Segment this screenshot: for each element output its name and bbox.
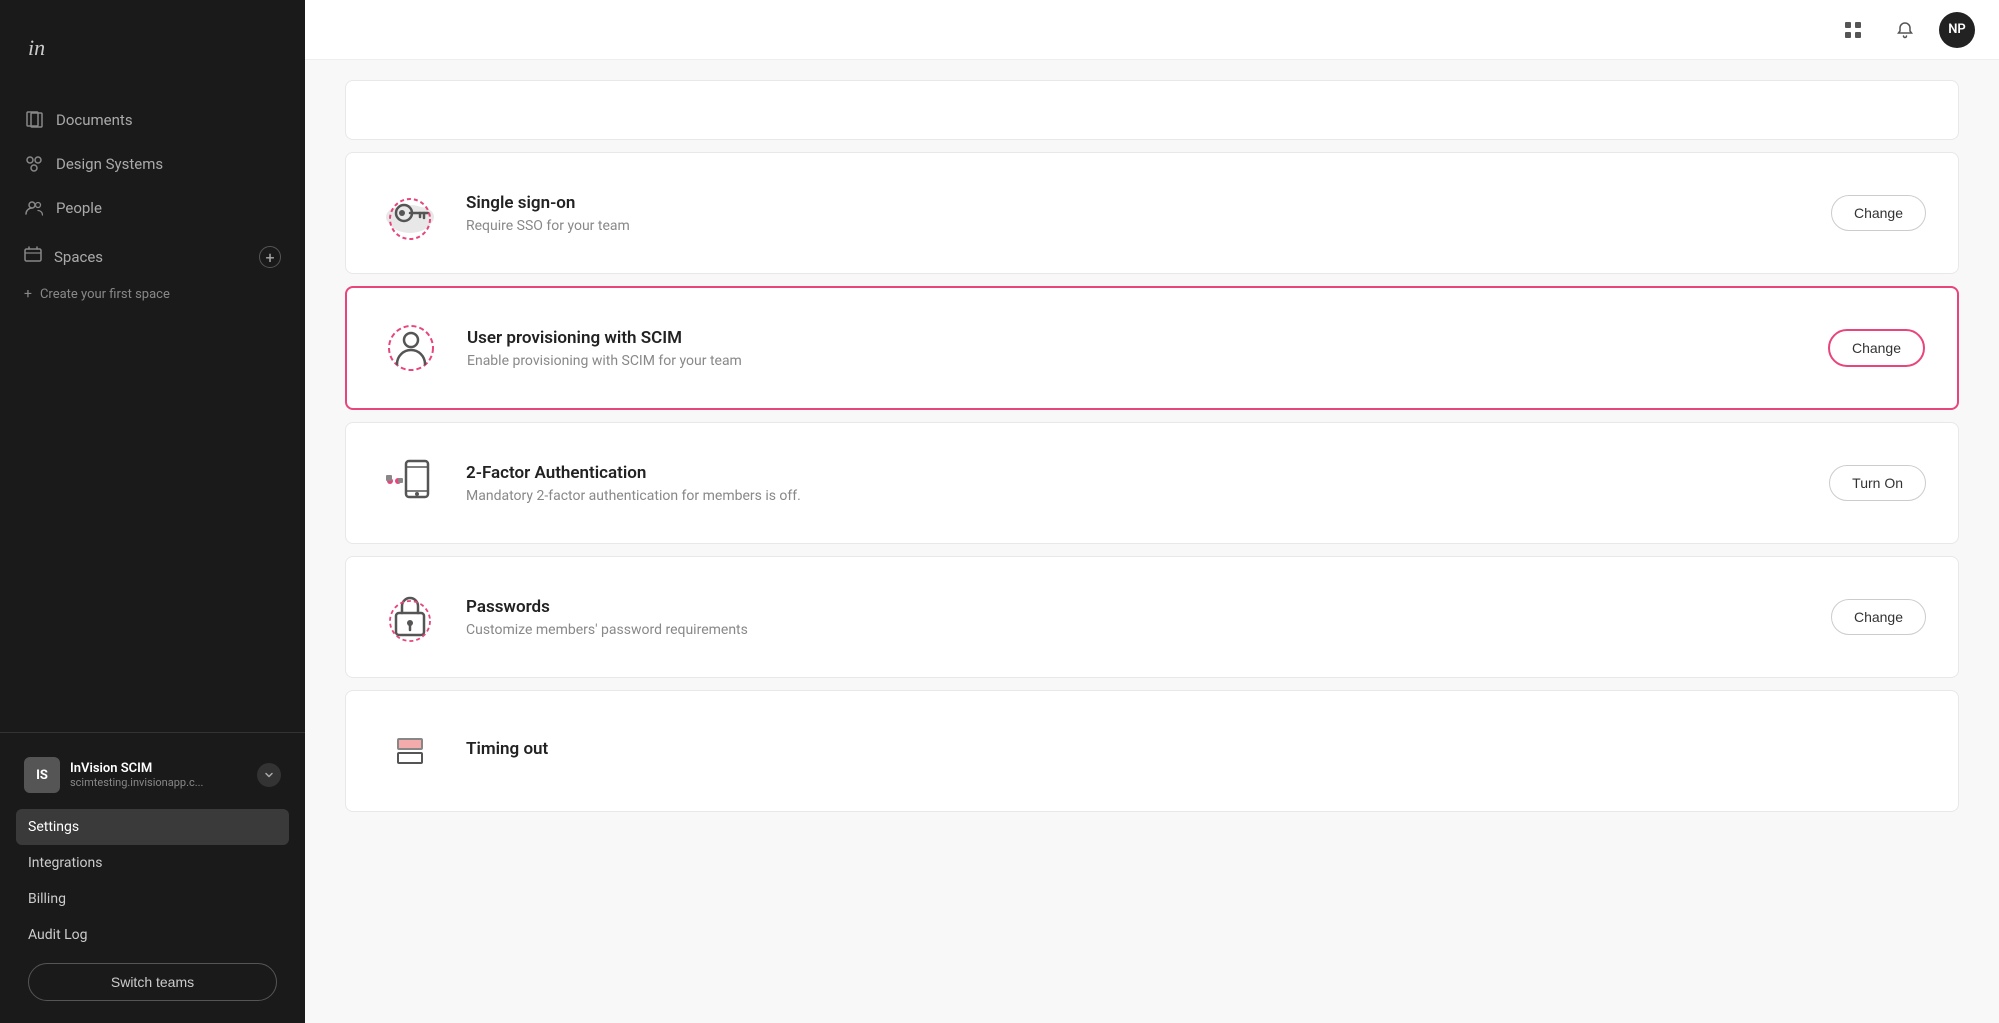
spaces-add-button[interactable]: + [259,246,281,268]
settings-card-timeout: Timing out [345,690,1959,812]
team-avatar: IS [24,757,60,793]
main-content: NP [305,0,1999,1023]
team-url: scimtesting.invisionapp.c... [70,776,247,789]
spaces-header[interactable]: Spaces + [0,236,305,278]
team-chevron-button[interactable] [257,763,281,787]
scim-text: User provisioning with SCIM Enable provi… [467,328,1804,369]
2fa-text: 2-Factor Authentication Mandatory 2-fact… [466,463,1805,504]
team-details: InVision SCIM scimtesting.invisionapp.c.… [70,761,247,789]
spaces-label: Spaces [54,248,103,266]
design-systems-icon [24,154,44,174]
passwords-change-button[interactable]: Change [1831,599,1926,635]
timeout-title: Timing out [466,739,1926,759]
settings-card-passwords: Passwords Customize members' password re… [345,556,1959,678]
scim-icon [379,316,443,380]
app-logo[interactable]: in [0,0,305,88]
sidebar-item-design-systems[interactable]: Design Systems [0,142,305,186]
settings-card-scim: User provisioning with SCIM Enable provi… [345,286,1959,410]
settings-card-top-partial [345,80,1959,140]
menu-item-settings[interactable]: Settings [16,809,289,845]
passwords-action: Change [1831,599,1926,635]
document-icon [24,110,44,130]
sso-change-button[interactable]: Change [1831,195,1926,231]
create-space-plus-icon: + [24,286,32,302]
sidebar-item-people-label: People [56,199,102,217]
passwords-icon [378,585,442,649]
create-space-label: Create your first space [40,287,170,302]
switch-teams-button[interactable]: Switch teams [28,963,277,1001]
2fa-icon [378,451,442,515]
grid-icon-button[interactable] [1835,12,1871,48]
timeout-text: Timing out [466,739,1926,764]
sso-text: Single sign-on Require SSO for your team [466,193,1807,234]
timeout-icon [378,719,442,783]
passwords-text: Passwords Customize members' password re… [466,597,1807,638]
menu-item-billing[interactable]: Billing [16,881,289,917]
2fa-title: 2-Factor Authentication [466,463,1805,483]
sidebar-bottom: IS InVision SCIM scimtesting.invisionapp… [0,732,305,1023]
settings-card-2fa: 2-Factor Authentication Mandatory 2-fact… [345,422,1959,544]
scim-title: User provisioning with SCIM [467,328,1804,348]
2fa-action: Turn On [1829,465,1926,501]
user-avatar-button[interactable]: NP [1939,12,1975,48]
notifications-bell-button[interactable] [1887,12,1923,48]
scim-change-button[interactable]: Change [1828,329,1925,367]
sidebar-item-people[interactable]: People [0,186,305,230]
scim-action: Change [1828,329,1925,367]
sso-desc: Require SSO for your team [466,218,1807,234]
team-info: IS InVision SCIM scimtesting.invisionapp… [16,749,289,801]
sidebar: in Documents Design Systems [0,0,305,1023]
sidebar-item-documents[interactable]: Documents [0,98,305,142]
2fa-desc: Mandatory 2-factor authentication for me… [466,488,1805,504]
settings-card-sso: Single sign-on Require SSO for your team… [345,152,1959,274]
topbar: NP [305,0,1999,60]
sso-icon [378,181,442,245]
sidebar-item-documents-label: Documents [56,111,133,129]
spaces-section: Spaces + + Create your first space [0,230,305,316]
svg-text:in: in [28,35,45,60]
bottom-menu: Settings Integrations Billing Audit Log [16,809,289,953]
sidebar-item-design-systems-label: Design Systems [56,155,163,173]
passwords-desc: Customize members' password requirements [466,622,1807,638]
create-space-link[interactable]: + Create your first space [0,278,305,310]
people-icon [24,198,44,218]
sso-action: Change [1831,195,1926,231]
settings-content: Single sign-on Require SSO for your team… [305,60,1999,1023]
spaces-icon [24,246,42,268]
sidebar-navigation: Documents Design Systems Pe [0,88,305,732]
team-name: InVision SCIM [70,761,247,776]
passwords-title: Passwords [466,597,1807,617]
scim-desc: Enable provisioning with SCIM for your t… [467,353,1804,369]
menu-item-audit-log[interactable]: Audit Log [16,917,289,953]
2fa-turn-on-button[interactable]: Turn On [1829,465,1926,501]
menu-item-integrations[interactable]: Integrations [16,845,289,881]
sso-title: Single sign-on [466,193,1807,213]
